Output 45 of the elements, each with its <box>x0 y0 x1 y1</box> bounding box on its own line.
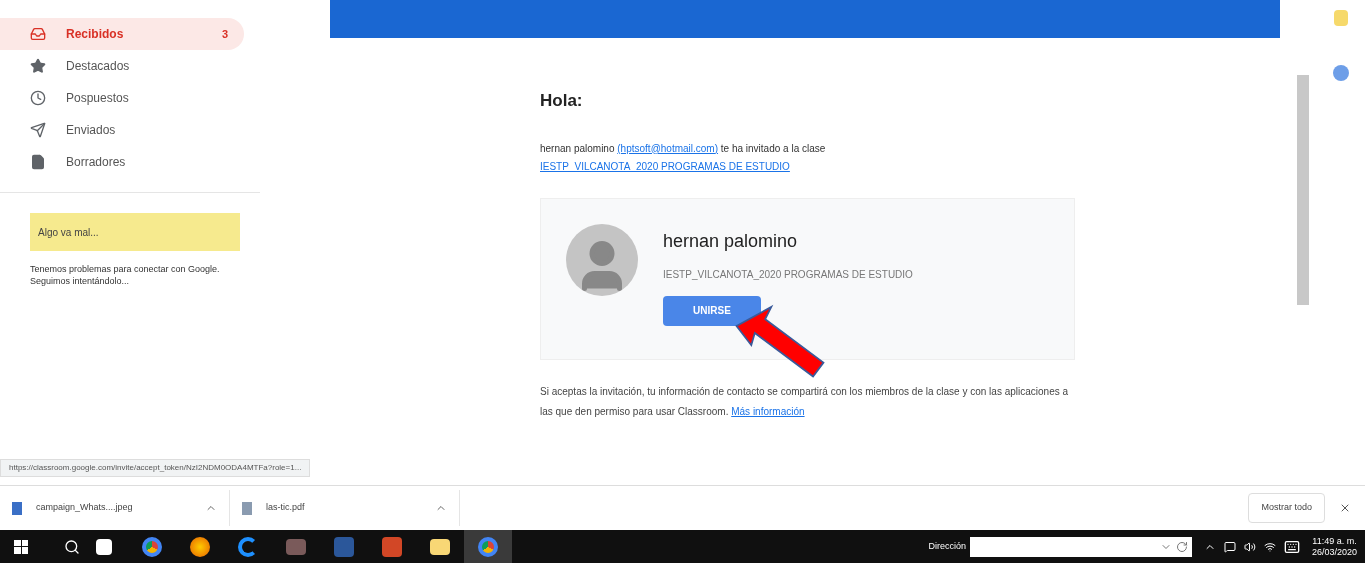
browser-icon[interactable] <box>190 536 210 557</box>
email-link[interactable]: (hptsoft@hotmail.com) <box>617 142 719 154</box>
status-url: https://classroom.google.com/invite/accept_token/NzI2NDM0ODA4MTFa?role=1... <box>0 459 311 477</box>
folder-icon[interactable] <box>430 538 450 555</box>
chat-icon[interactable] <box>1223 540 1236 553</box>
privacy-notice: Si aceptas la invitación, tu información de contacto se compartirá con los miembros de la clase y con las aplicaciones a las que den permiso para usar Classroom. Más información <box>540 384 1070 419</box>
sidebar-item[interactable]: Enviados <box>0 114 244 146</box>
address-field[interactable] <box>969 536 1192 557</box>
download-item[interactable]: campaign_Whats....jpeg <box>0 490 230 526</box>
image-file-icon <box>12 501 22 515</box>
download-item[interactable]: las-tic.pdf <box>230 490 460 526</box>
class-name: IESTP_VILCANOTA_2020 PROGRAMAS DE ESTUDIO <box>663 267 913 282</box>
speaker-icon[interactable] <box>1243 540 1256 553</box>
show-all-button[interactable]: Mostrar todo <box>1248 493 1325 523</box>
class-link[interactable]: IESTP_VILCANOTA_2020 PROGRAMAS DE ESTUDIO <box>540 160 790 172</box>
inbox-icon <box>30 26 46 42</box>
join-button[interactable]: UNIRSE <box>663 295 761 326</box>
clock-date: 26/03/2020 <box>1311 546 1357 558</box>
teacher-name: hernan palomino <box>663 229 799 253</box>
browser-icon[interactable] <box>478 536 498 557</box>
address-label: Dirección <box>928 539 966 553</box>
windows-start-icon[interactable] <box>14 539 28 554</box>
send-icon <box>30 122 46 138</box>
document-icon <box>242 501 252 515</box>
sidebar-item[interactable]: Pospuestos <box>0 82 244 114</box>
sidebar-item[interactable]: Borradores <box>0 146 244 178</box>
sidebar-item[interactable]: Recibidos 3 <box>0 18 244 50</box>
warning-banner: Algo va mal... <box>30 213 240 251</box>
app-icon[interactable] <box>286 538 306 555</box>
search-icon[interactable] <box>64 538 80 555</box>
refresh-icon[interactable] <box>1175 540 1188 553</box>
invite-text: hernan palomino (hptsoft@hotmail.com) te ha invitado a la clase IESTP_VILCANOTA_2020 PROGRAMAS DE ESTUDIO <box>540 141 827 174</box>
star-icon <box>30 58 46 74</box>
browser-icon[interactable] <box>142 536 162 557</box>
sidebar-item[interactable]: Destacados <box>0 50 244 82</box>
scrollbar-thumb[interactable] <box>1297 75 1309 305</box>
network-icon[interactable] <box>1263 540 1276 553</box>
keyboard-icon[interactable] <box>1283 538 1300 555</box>
clock-time: 11:49 a. m. <box>1312 535 1357 547</box>
greeting: Hola: <box>540 90 584 112</box>
more-info-link[interactable]: Más información <box>731 405 805 417</box>
close-icon[interactable] <box>1339 502 1351 514</box>
document-icon <box>30 154 46 170</box>
warning-message: Tenemos problemas para conectar con Google. Seguimos intentándolo... <box>30 263 221 287</box>
clock-icon <box>30 90 46 106</box>
